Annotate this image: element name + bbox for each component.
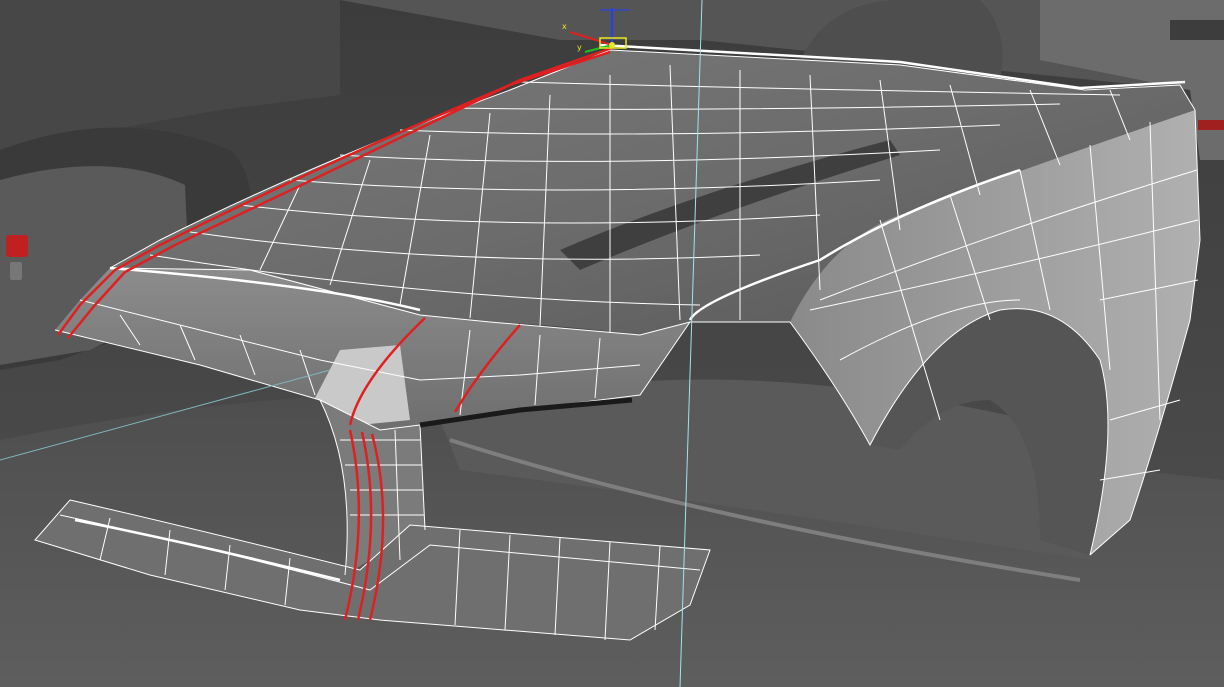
dash-red-light	[1198, 120, 1224, 130]
3d-viewport[interactable]: x y	[0, 0, 1224, 687]
viewport-scene[interactable]	[0, 0, 1224, 687]
seat-belt-buckle-icon	[6, 235, 28, 257]
dash-vent	[1170, 20, 1224, 40]
gizmo-y-label: y	[577, 43, 582, 52]
door-handle	[10, 262, 22, 280]
gizmo-x-label: x	[562, 22, 567, 31]
